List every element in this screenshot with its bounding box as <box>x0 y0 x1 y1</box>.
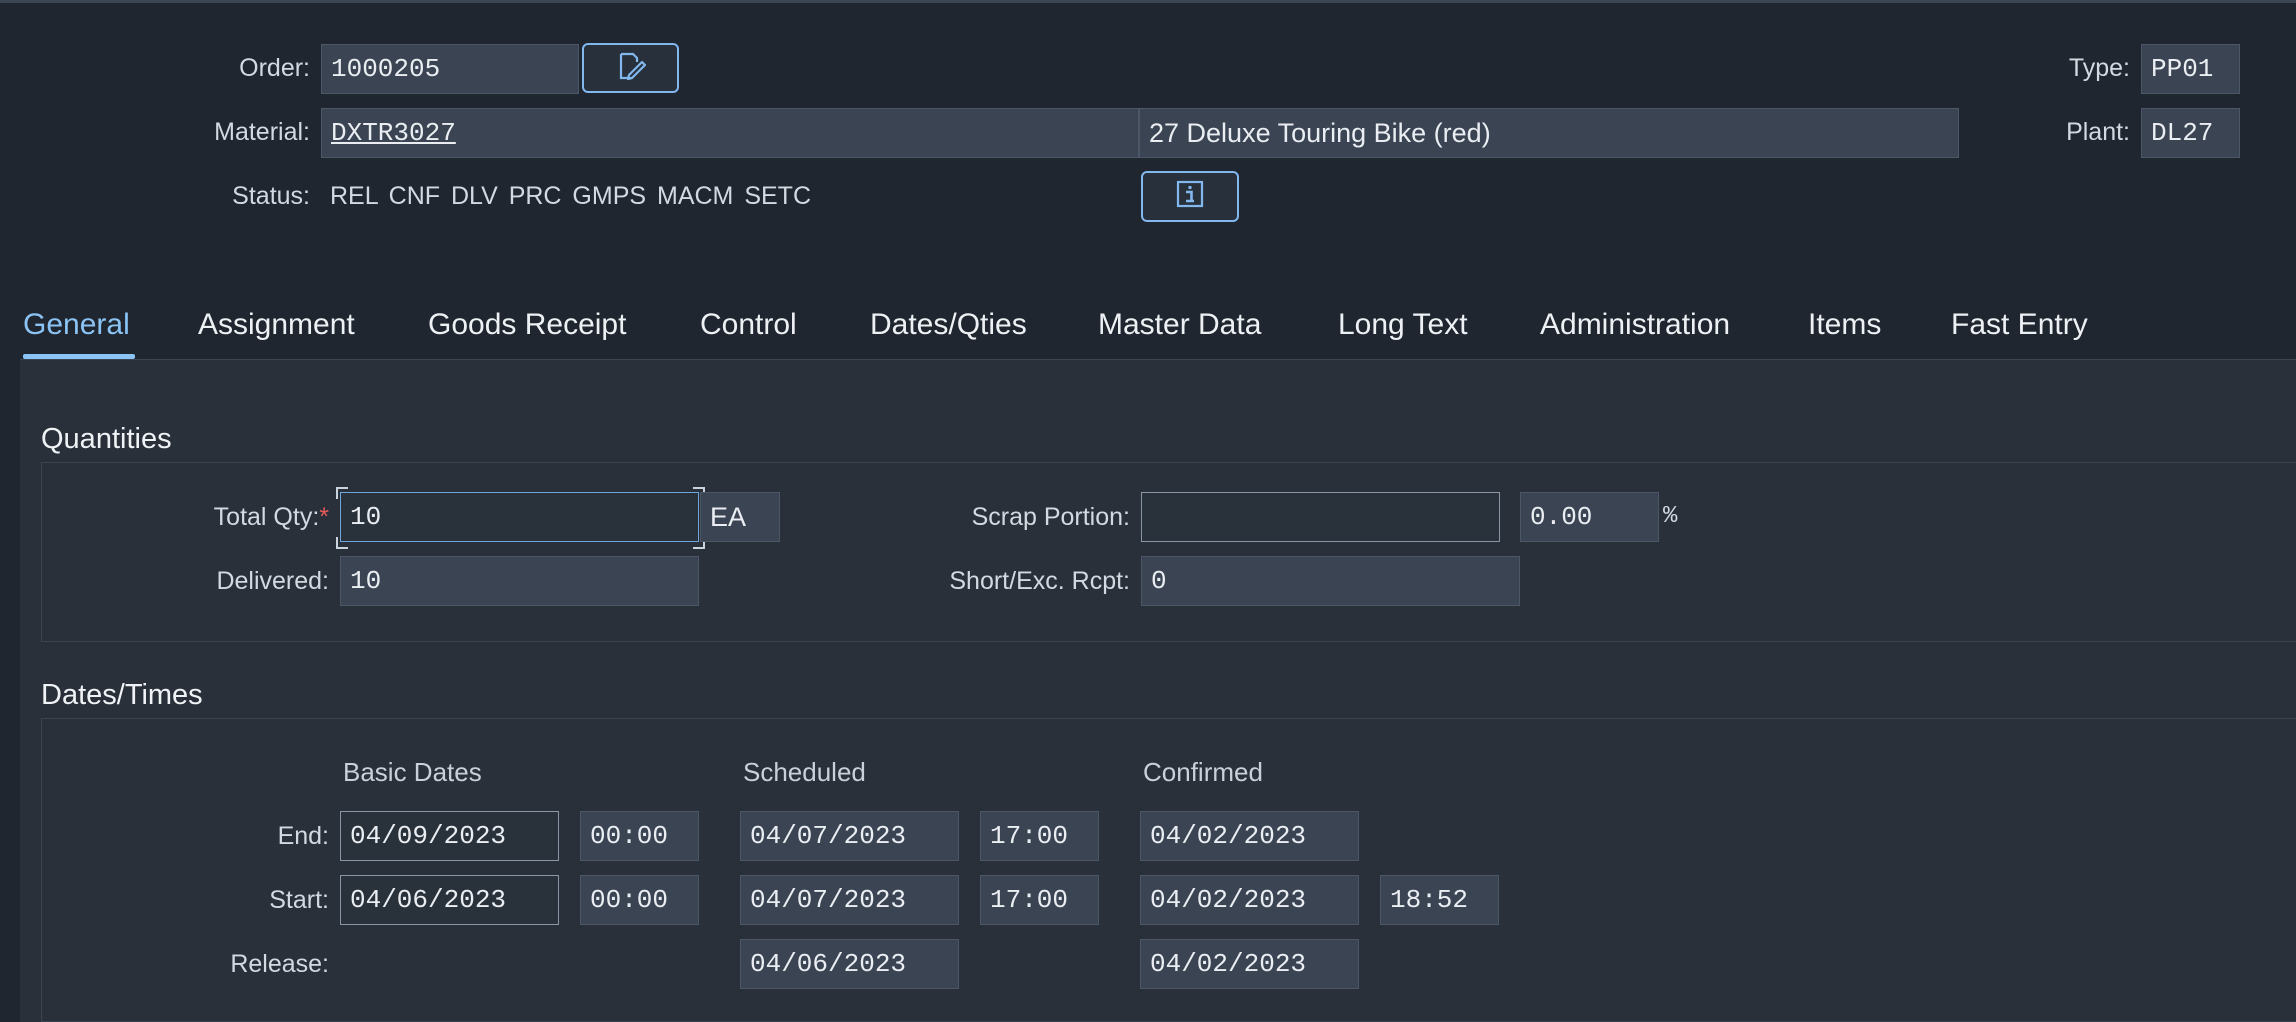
top-border <box>0 0 2296 3</box>
start-basic-date[interactable]: 04/06/2023 <box>340 875 559 925</box>
type-label: Type: <box>2068 54 2130 82</box>
tab-dates-qties[interactable]: Dates/Qties <box>870 308 1027 342</box>
material-description: 27 Deluxe Touring Bike (red) <box>1139 108 1959 158</box>
end-label: End: <box>277 822 329 850</box>
delivered-label: Delivered: <box>216 567 329 595</box>
total-qty-field[interactable]: 10 <box>340 492 699 542</box>
focus-corner-bl <box>336 537 348 549</box>
tab-master-data[interactable]: Master Data <box>1098 308 1261 342</box>
info-icon <box>1175 179 1205 214</box>
order-label: Order: <box>239 54 310 82</box>
material-field[interactable]: DXTR3027 <box>321 108 1139 158</box>
release-confirmed-date[interactable]: 04/02/2023 <box>1140 939 1359 989</box>
start-scheduled-date[interactable]: 04/07/2023 <box>740 875 959 925</box>
col-header-confirmed: Confirmed <box>1143 757 1263 787</box>
focus-corner-tl <box>336 487 348 499</box>
status-label: Status: <box>232 182 310 210</box>
delivered-field[interactable]: 10 <box>340 556 699 606</box>
end-scheduled-date[interactable]: 04/07/2023 <box>740 811 959 861</box>
total-qty-unit: EA <box>700 492 780 542</box>
status-value: REL CNF DLV PRC GMPS MACM SETC <box>330 182 811 210</box>
dates-times-title: Dates/Times <box>41 679 203 711</box>
tab-bar: General Assignment Goods Receipt Control… <box>0 300 2296 362</box>
percent-sign: % <box>1663 503 1678 530</box>
order-field[interactable]: 1000205 <box>321 44 579 94</box>
short-exc-rcpt-label: Short/Exc. Rcpt: <box>949 567 1130 595</box>
start-confirmed-time[interactable]: 18:52 <box>1380 875 1499 925</box>
material-label: Material: <box>214 118 310 146</box>
tab-administration[interactable]: Administration <box>1540 308 1730 342</box>
edit-order-button[interactable] <box>582 43 679 93</box>
short-exc-rcpt-field[interactable]: 0 <box>1141 556 1520 606</box>
required-mark: * <box>319 503 329 531</box>
scrap-portion-label: Scrap Portion: <box>971 503 1130 531</box>
start-confirmed-date[interactable]: 04/02/2023 <box>1140 875 1359 925</box>
col-header-basic-dates: Basic Dates <box>343 757 482 787</box>
tab-control[interactable]: Control <box>700 308 797 342</box>
status-info-button[interactable] <box>1141 171 1239 222</box>
material-link[interactable]: DXTR3027 <box>331 118 456 148</box>
edit-document-icon <box>615 50 647 87</box>
quantities-section <box>41 462 2296 642</box>
start-basic-time[interactable]: 00:00 <box>580 875 699 925</box>
col-header-scheduled: Scheduled <box>743 757 866 787</box>
tab-items[interactable]: Items <box>1808 308 1881 342</box>
start-scheduled-time[interactable]: 17:00 <box>980 875 1099 925</box>
plant-label: Plant: <box>2066 118 2130 146</box>
start-label: Start: <box>269 886 329 914</box>
end-basic-date[interactable]: 04/09/2023 <box>340 811 559 861</box>
scrap-percent-field[interactable]: 0.00 <box>1520 492 1659 542</box>
quantities-title: Quantities <box>41 423 172 455</box>
end-scheduled-time[interactable]: 17:00 <box>980 811 1099 861</box>
tab-assignment[interactable]: Assignment <box>198 308 355 342</box>
end-confirmed-date[interactable]: 04/02/2023 <box>1140 811 1359 861</box>
release-label: Release: <box>230 950 329 978</box>
tab-general[interactable]: General <box>23 308 130 342</box>
plant-field[interactable]: DL27 <box>2141 108 2240 158</box>
tab-goods-receipt[interactable]: Goods Receipt <box>428 308 626 342</box>
tab-long-text[interactable]: Long Text <box>1338 308 1468 342</box>
total-qty-label: Total Qty:* <box>150 503 329 532</box>
release-scheduled-date[interactable]: 04/06/2023 <box>740 939 959 989</box>
tab-fast-entry[interactable]: Fast Entry <box>1951 308 2088 342</box>
type-field[interactable]: PP01 <box>2141 44 2240 94</box>
end-basic-time[interactable]: 00:00 <box>580 811 699 861</box>
total-qty-label-text: Total Qty: <box>213 503 320 531</box>
scrap-portion-field[interactable] <box>1141 492 1500 542</box>
